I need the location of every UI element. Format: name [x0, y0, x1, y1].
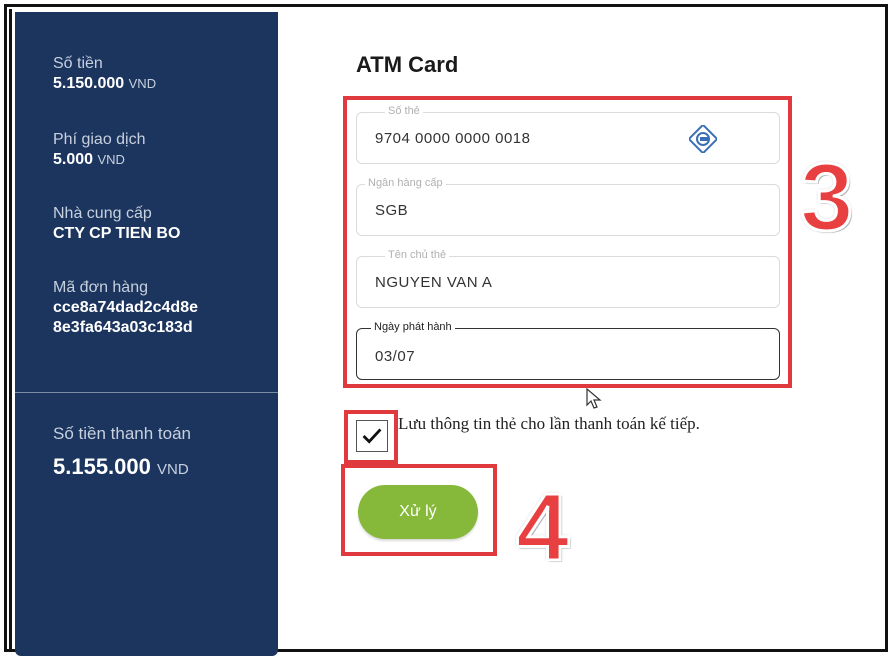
sidebar-divider: [15, 392, 278, 393]
total-label: Số tiền thanh toán: [53, 424, 192, 443]
highlight-submit: [341, 464, 497, 556]
mouse-cursor-icon: [586, 388, 602, 409]
step-3-marker: 3: [798, 144, 854, 251]
highlight-checkbox: [344, 410, 398, 464]
total-unit: VND: [157, 461, 189, 478]
order-id-line1: cce8a74dad2c4d8e: [53, 299, 198, 316]
amount-number: 5.150.000: [53, 75, 125, 92]
highlight-card-fields: [343, 96, 792, 388]
total-group: Số tiền thanh toán 5.155.000 VND: [53, 424, 191, 480]
fee-unit: VND: [97, 152, 125, 167]
amount-group: Số tiền 5.150.000 VND: [53, 54, 156, 94]
provider-label: Nhà cung cấp: [53, 205, 152, 222]
order-id-group: Mã đơn hàng cce8a74dad2c4d8e 8e3fa643a03…: [53, 278, 198, 338]
fee-label: Phí giao dịch: [53, 131, 146, 148]
provider-group: Nhà cung cấp CTY CP TIEN BO: [53, 204, 180, 244]
provider-value: CTY CP TIEN BO: [53, 225, 181, 242]
fee-value: 5.000 VND: [53, 150, 146, 170]
save-card-label[interactable]: Lưu thông tin thẻ cho lần thanh toán kế …: [398, 414, 700, 434]
total-value: 5.155.000 VND: [53, 454, 191, 480]
order-summary-sidebar: Số tiền 5.150.000 VND Phí giao dịch 5.00…: [15, 12, 278, 656]
amount-unit: VND: [128, 76, 157, 91]
fee-number: 5.000: [53, 151, 94, 168]
order-id-line2: 8e3fa643a03c183d: [53, 319, 193, 336]
fee-group: Phí giao dịch 5.000 VND: [53, 130, 146, 170]
step-4-marker: 4: [514, 474, 570, 581]
total-number: 5.155.000: [53, 454, 151, 479]
form-title: ATM Card: [356, 52, 459, 77]
amount-value: 5.150.000 VND: [53, 74, 156, 94]
order-id-label: Mã đơn hàng: [53, 279, 148, 296]
frame-border-line: [9, 9, 12, 649]
amount-label: Số tiền: [53, 55, 103, 72]
